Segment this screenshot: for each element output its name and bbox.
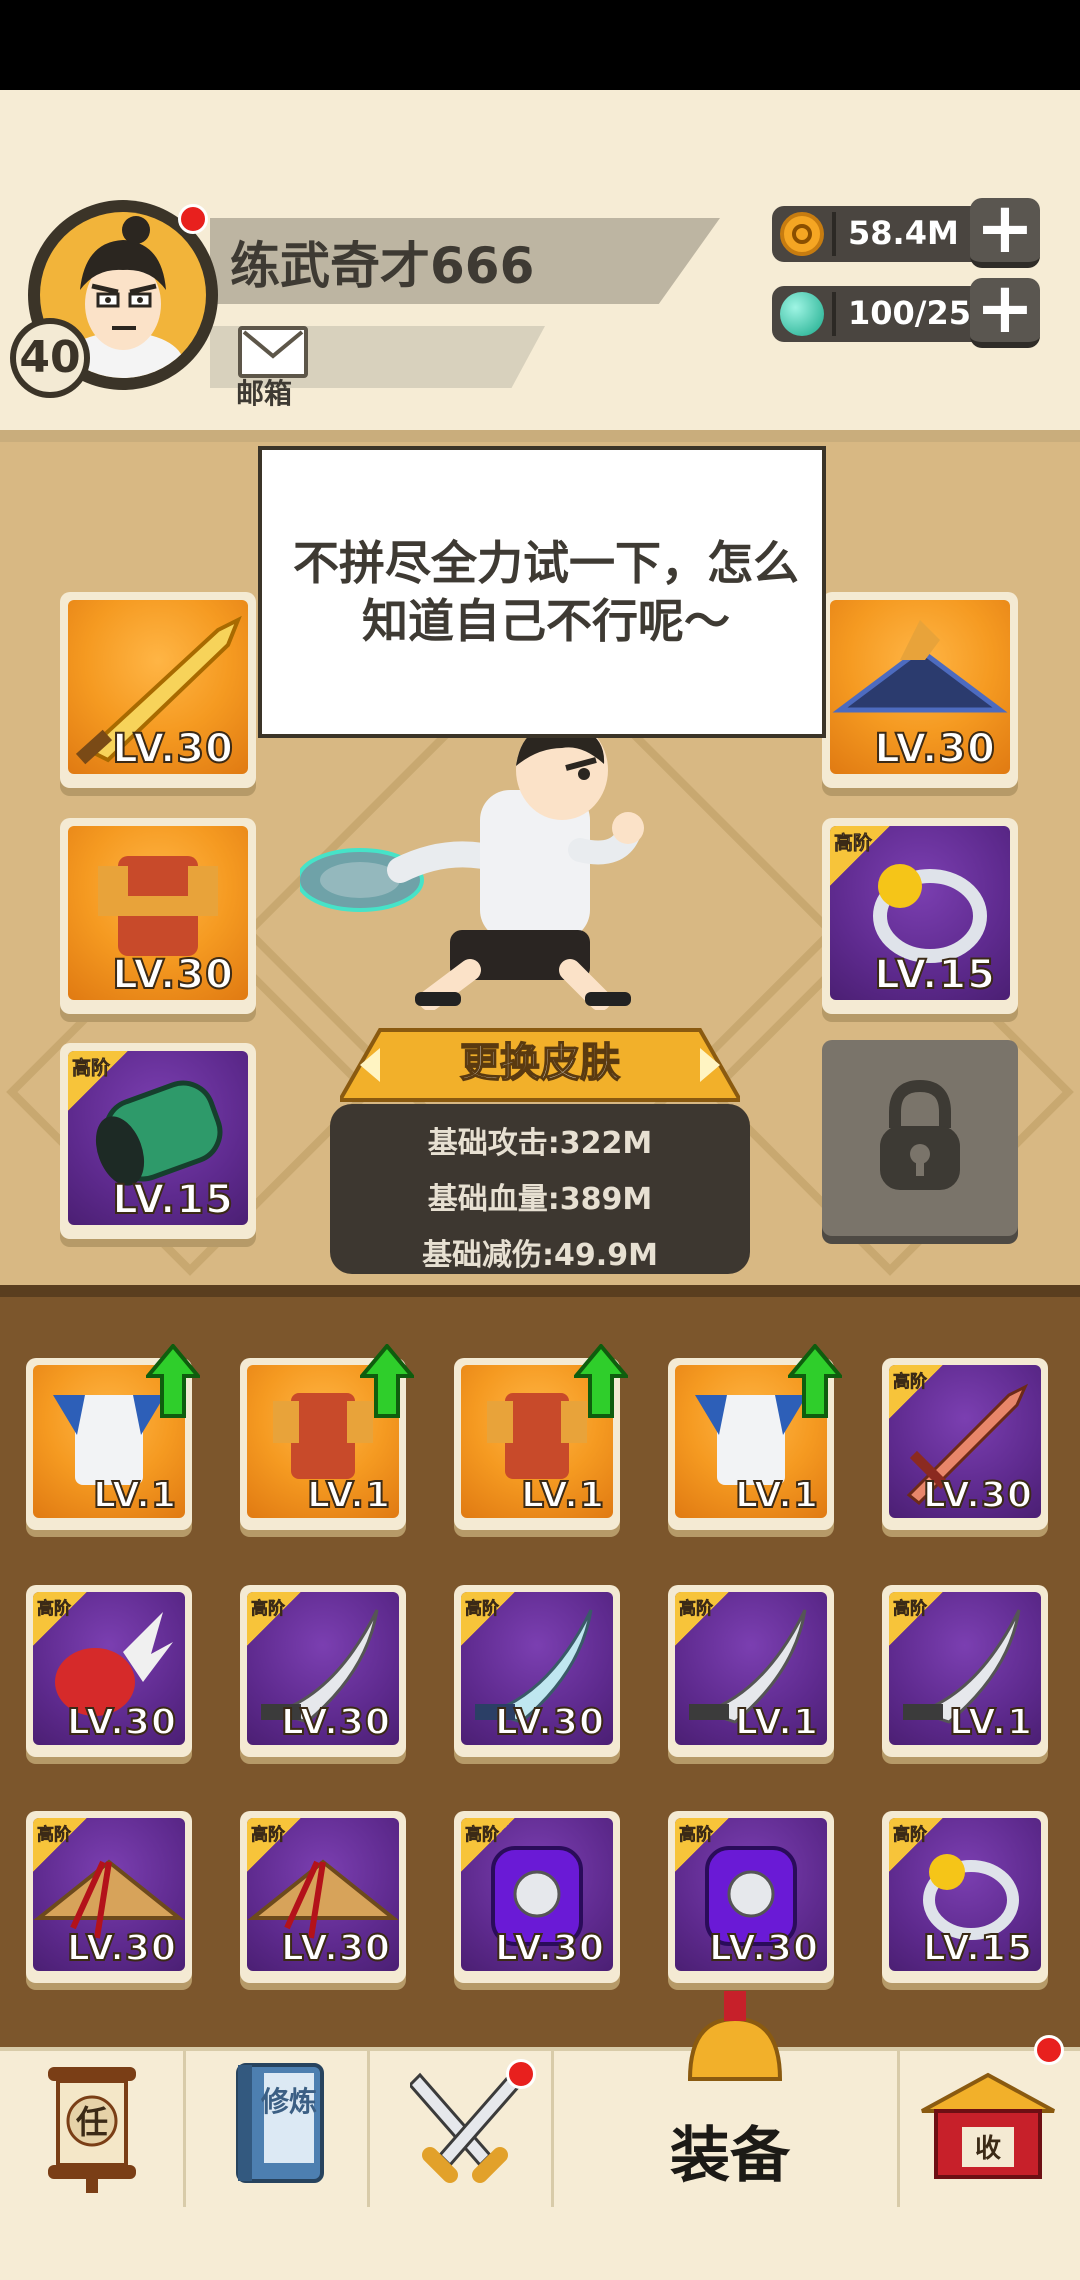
base-hp: 基础血量:389M	[427, 1182, 653, 1217]
gem-counter: 100/25	[772, 286, 992, 342]
inventory-item[interactable]: 高阶 LV.30	[26, 1585, 192, 1757]
upgrade-arrow-icon	[574, 1344, 628, 1418]
inventory-item[interactable]: 高阶 LV.30	[668, 1811, 834, 1983]
mail-icon[interactable]	[238, 326, 308, 378]
helmet-icon	[687, 1991, 783, 2081]
inventory-item[interactable]: 高阶 LV.30	[240, 1811, 406, 1983]
collect-icon-text: 收	[975, 2134, 1001, 2164]
inventory-item[interactable]: 高阶 LV.15	[882, 1811, 1048, 1983]
speech-text: 不拼尽全力试一下，怎么知道自己不行呢～	[293, 536, 799, 648]
inventory-item[interactable]: 高阶 LV.30	[240, 1585, 406, 1757]
status-bar	[0, 0, 1080, 90]
locked-slot[interactable]	[822, 1040, 1018, 1236]
equip-label: 装备	[670, 2121, 790, 2191]
character-figure	[300, 730, 644, 1010]
battle-notification-dot	[506, 2059, 536, 2089]
tier-badge: 高阶	[679, 1599, 714, 1620]
scroll-icon: 任	[48, 2067, 136, 2193]
nav-equipment[interactable]: 装备	[554, 1991, 900, 2207]
nav-collection[interactable]: 收	[900, 2051, 1080, 2207]
inventory-item[interactable]: 高阶 LV.1	[668, 1585, 834, 1757]
inventory-item[interactable]: 高阶 LV.30	[882, 1358, 1048, 1530]
tier-badge: 高阶	[834, 832, 873, 855]
player-level-badge: 40	[10, 318, 90, 398]
gem-amount: 100/25	[848, 294, 972, 332]
mailbox-label[interactable]: 邮箱	[236, 372, 292, 412]
stage-divider	[0, 1285, 1080, 1297]
train-icon-text: 修炼	[260, 2085, 317, 2118]
equip-slot-armor[interactable]: LV.30	[60, 818, 256, 1014]
inventory-item[interactable]: 高阶 LV.30	[454, 1811, 620, 1983]
collection-notification-dot	[1034, 2035, 1064, 2065]
base-attack: 基础攻击:322M	[427, 1126, 653, 1161]
bottom-safe-area	[0, 2207, 1080, 2280]
tier-badge: 高阶	[465, 1599, 500, 1620]
lock-icon	[880, 1079, 960, 1190]
book-icon: 修炼	[236, 2063, 324, 2183]
player-name: 练武奇才666	[230, 237, 535, 295]
gold-amount: 58.4M	[848, 214, 959, 252]
upgrade-arrow-icon	[360, 1344, 414, 1418]
coin-icon	[780, 212, 824, 256]
crossed-swords-icon	[410, 2072, 520, 2183]
tier-badge: 高阶	[679, 1825, 714, 1846]
tier-badge: 高阶	[37, 1599, 72, 1620]
avatar-notification-dot	[178, 204, 208, 234]
tier-badge: 高阶	[893, 1599, 928, 1620]
inventory-item[interactable]: 高阶 LV.30	[26, 1811, 192, 1983]
inventory-item[interactable]: 高阶 LV.30	[454, 1585, 620, 1757]
tier-badge: 高阶	[72, 1057, 111, 1080]
bottom-nav: 任 修炼 装备 收	[0, 1991, 1080, 2207]
tier-badge: 高阶	[251, 1825, 286, 1846]
gold-counter: 58.4M	[772, 206, 992, 262]
gem-icon	[780, 292, 824, 336]
tier-badge: 高阶	[37, 1825, 72, 1846]
inventory-item[interactable]: 高阶 LV.1	[882, 1585, 1048, 1757]
nav-training[interactable]: 修炼	[186, 2051, 370, 2207]
equip-slot-bracer[interactable]: 高阶 LV.15	[60, 1043, 256, 1239]
equip-slot-weapon[interactable]: LV.30	[60, 592, 256, 788]
equip-slot-hat[interactable]: LV.30	[822, 592, 1018, 788]
add-gold-button[interactable]: +	[970, 193, 1040, 268]
upgrade-arrow-icon	[788, 1344, 842, 1418]
speech-bubble: 不拼尽全力试一下，怎么知道自己不行呢～	[258, 446, 826, 738]
tier-badge: 高阶	[465, 1825, 500, 1846]
base-stats-panel: 基础攻击:322M 基础血量:389M 基础减伤:49.9M	[330, 1104, 750, 1274]
upgrade-arrow-icon	[146, 1344, 200, 1418]
nav-tasks[interactable]: 任	[0, 2051, 186, 2207]
tier-badge: 高阶	[251, 1599, 286, 1620]
equip-slot-ring[interactable]: 高阶 LV.15	[822, 818, 1018, 1014]
add-gems-button[interactable]: +	[970, 273, 1040, 348]
tier-badge: 高阶	[893, 1825, 928, 1846]
shop-building-icon: 收	[921, 2072, 1055, 2179]
base-defense: 基础减伤:49.9M	[422, 1238, 658, 1273]
tasks-icon-text: 任	[76, 2103, 108, 2141]
change-skin-button[interactable]: 更换皮肤	[340, 1030, 740, 1088]
tier-badge: 高阶	[893, 1372, 928, 1393]
